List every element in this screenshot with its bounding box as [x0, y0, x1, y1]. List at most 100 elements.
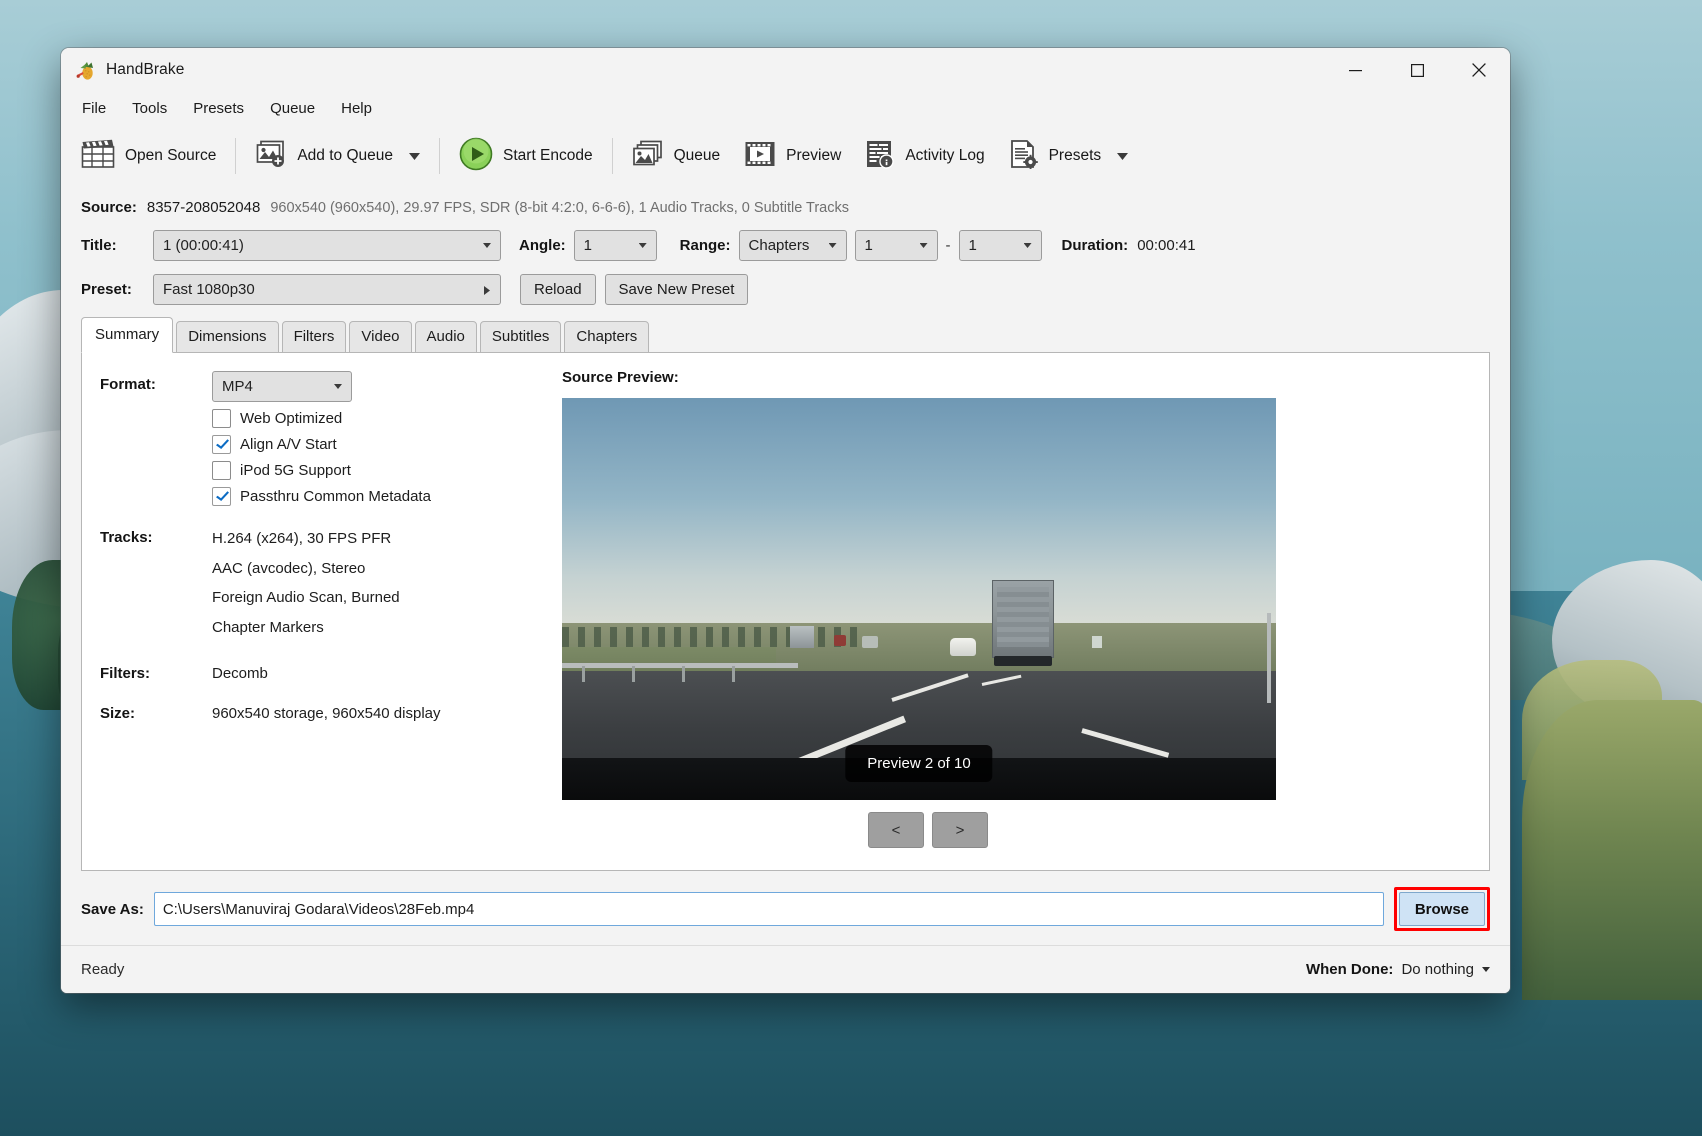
film-play-icon	[744, 140, 776, 173]
log-info-icon	[865, 139, 895, 174]
toolbar-separator	[235, 138, 237, 174]
track-line: Foreign Audio Scan, Burned	[212, 589, 400, 606]
angle-select[interactable]: 1	[573, 230, 657, 261]
duration-value: 00:00:41	[1137, 237, 1196, 254]
filters-value: Decomb	[212, 665, 268, 682]
title-select[interactable]: 1 (00:00:41)	[153, 230, 501, 261]
document-gear-icon	[1009, 139, 1039, 174]
preset-row: Preset: Fast 1080p30 Reload Save New Pre…	[61, 265, 1510, 316]
when-done-value[interactable]: Do nothing	[1401, 961, 1474, 978]
queue-label: Queue	[673, 147, 721, 164]
filters-row: Filters: Decomb	[100, 660, 562, 682]
tracks-values: H.264 (x264), 30 FPS PFR AAC (avcodec), …	[212, 524, 400, 642]
chevron-down-icon[interactable]	[409, 147, 421, 165]
range-start-select[interactable]: 1	[854, 230, 938, 261]
title-bar: HandBrake	[61, 48, 1510, 92]
range-end-select[interactable]: 1	[958, 230, 1042, 261]
menu-item-presets[interactable]: Presets	[182, 96, 255, 121]
checkbox-ipod-5g-support[interactable]: iPod 5G Support	[212, 461, 562, 480]
browse-highlight-box: Browse	[1393, 887, 1490, 931]
source-preview-label: Source Preview:	[562, 369, 679, 386]
preview-prev-button[interactable]: <	[868, 812, 924, 848]
queue-button[interactable]: Queue	[620, 132, 733, 181]
format-select[interactable]: MP4	[212, 371, 352, 402]
add-image-icon	[255, 139, 287, 174]
when-done-control[interactable]: When Done: Do nothing	[1306, 961, 1490, 978]
preview-button[interactable]: Preview	[732, 133, 853, 180]
range-type-select[interactable]: Chapters	[738, 230, 847, 261]
range-dash: -	[945, 237, 951, 254]
tab-filters[interactable]: Filters	[281, 321, 347, 353]
checkbox-box[interactable]	[212, 435, 231, 454]
images-stack-icon	[632, 139, 664, 174]
save-as-row: Save As: Browse	[61, 871, 1510, 945]
save-new-preset-button[interactable]: Save New Preset	[604, 274, 749, 305]
save-as-input[interactable]	[153, 892, 1384, 926]
tab-subtitles[interactable]: Subtitles	[479, 321, 562, 353]
format-label: Format:	[100, 376, 156, 393]
presets-button[interactable]: Presets	[997, 132, 1141, 181]
checkbox-box[interactable]	[212, 461, 231, 480]
track-line: H.264 (x264), 30 FPS PFR	[212, 530, 392, 547]
add-to-queue-button[interactable]: Add to Queue	[243, 132, 432, 181]
toolbar-separator	[611, 138, 613, 174]
tab-chapters[interactable]: Chapters	[564, 321, 650, 353]
checkbox-box[interactable]	[212, 409, 231, 428]
preview-label: Preview	[786, 147, 842, 164]
size-label: Size:	[100, 705, 136, 722]
source-row: Source: 8357-208052048 960x540 (960x540)…	[61, 187, 1510, 222]
window-controls	[1324, 48, 1510, 92]
tab-dimensions[interactable]: Dimensions	[176, 321, 279, 353]
tab-video[interactable]: Video	[349, 321, 412, 353]
start-encode-button[interactable]: Start Encode	[447, 130, 605, 183]
chevron-down-icon[interactable]	[1117, 147, 1129, 165]
size-row: Size: 960x540 storage, 960x540 display	[100, 700, 562, 722]
menu-bar: File Tools Presets Queue Help	[61, 92, 1510, 125]
open-source-button[interactable]: Open Source	[69, 132, 228, 181]
window-title: HandBrake	[106, 61, 185, 78]
menu-item-tools[interactable]: Tools	[121, 96, 178, 121]
checkbox-box[interactable]	[212, 487, 231, 506]
preview-counter-badge: Preview 2 of 10	[845, 745, 993, 782]
tab-strip: Summary Dimensions Filters Video Audio S…	[61, 316, 1510, 353]
checkbox-align-av-start[interactable]: Align A/V Start	[212, 435, 562, 454]
preview-next-button[interactable]: >	[932, 812, 988, 848]
menu-item-help[interactable]: Help	[330, 96, 383, 121]
menu-item-queue[interactable]: Queue	[259, 96, 326, 121]
track-line: AAC (avcodec), Stereo	[212, 559, 366, 577]
preview-column: Source Preview: Preview 2 of 10 < >	[562, 353, 1489, 870]
checkbox-label: Align A/V Start	[240, 436, 337, 453]
add-to-queue-label: Add to Queue	[297, 147, 394, 164]
activity-log-button[interactable]: Activity Log	[853, 132, 996, 181]
preset-select[interactable]: Fast 1080p30	[153, 274, 501, 305]
size-value: 960x540 storage, 960x540 display	[212, 705, 441, 722]
minimize-icon[interactable]	[1324, 48, 1386, 92]
summary-left-column: Format: MP4 Web Optimized Align A/V Star…	[82, 353, 562, 870]
save-as-label: Save As:	[81, 900, 144, 918]
angle-label: Angle:	[519, 237, 566, 254]
menu-item-file[interactable]: File	[71, 96, 117, 121]
open-source-label: Open Source	[125, 147, 217, 164]
checkbox-label: Passthru Common Metadata	[240, 488, 431, 505]
tab-summary[interactable]: Summary	[81, 317, 174, 353]
tracks-label: Tracks:	[100, 529, 153, 546]
duration-label: Duration:	[1061, 237, 1129, 254]
title-label: Title:	[81, 237, 117, 254]
range-label: Range:	[679, 237, 731, 254]
start-encode-label: Start Encode	[503, 147, 593, 164]
summary-panel: Format: MP4 Web Optimized Align A/V Star…	[81, 352, 1490, 871]
pineapple-icon	[75, 59, 97, 81]
source-preview-image: Preview 2 of 10	[562, 398, 1276, 800]
close-icon[interactable]	[1448, 48, 1510, 92]
preset-label: Preset:	[81, 281, 132, 298]
tab-audio[interactable]: Audio	[414, 321, 477, 353]
reload-button[interactable]: Reload	[520, 274, 596, 305]
when-done-label: When Done:	[1305, 961, 1394, 978]
format-row: Format: MP4	[100, 371, 562, 402]
film-clapper-icon	[81, 139, 115, 174]
maximize-icon[interactable]	[1386, 48, 1448, 92]
checkbox-web-optimized[interactable]: Web Optimized	[212, 409, 562, 428]
browse-button[interactable]: Browse	[1398, 892, 1485, 926]
chevron-down-icon[interactable]	[1482, 967, 1490, 972]
checkbox-passthru-common-metadata[interactable]: Passthru Common Metadata	[212, 487, 562, 506]
